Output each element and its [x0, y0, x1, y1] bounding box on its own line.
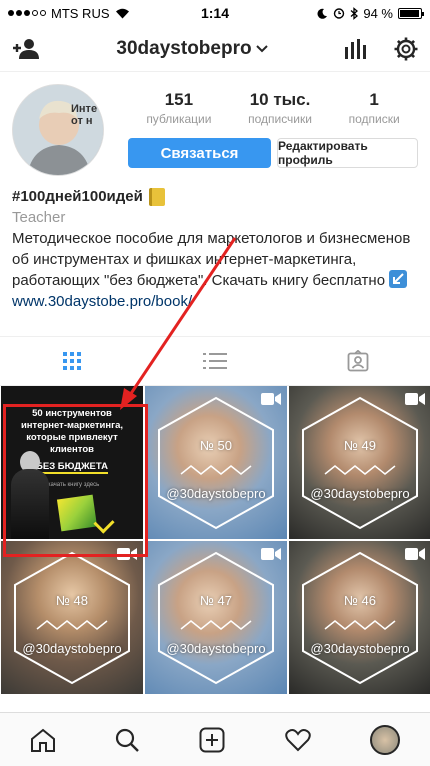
- home-icon[interactable]: [30, 728, 56, 752]
- stat-posts[interactable]: 151 публикации: [146, 90, 211, 126]
- post-number: № 46: [343, 593, 377, 608]
- video-icon: [405, 393, 425, 405]
- post-handle: @30daystobepro: [22, 641, 122, 656]
- video-icon: [261, 393, 281, 405]
- post-handle: @30daystobepro: [310, 486, 410, 501]
- wifi-icon: [115, 8, 129, 18]
- stat-label: подписки: [348, 112, 400, 126]
- tab-grid[interactable]: [0, 337, 143, 385]
- search-icon[interactable]: [115, 728, 140, 752]
- status-time: 1:14: [200, 5, 230, 21]
- grid-icon: [62, 352, 81, 370]
- tab-tagged[interactable]: [287, 337, 430, 385]
- hexagon-frame: [302, 396, 418, 529]
- contact-button[interactable]: Связаться: [128, 138, 271, 168]
- heart-icon[interactable]: [284, 728, 311, 752]
- post-handle: @30daystobepro: [310, 641, 410, 656]
- carrier-name: MTS RUS: [51, 5, 110, 21]
- post-handle: @30daystobepro: [166, 641, 266, 656]
- hexagon-frame: [14, 551, 130, 684]
- bio-text: Методическое пособие для маркетологов и …: [12, 230, 411, 289]
- stat-label: подписчики: [248, 112, 312, 126]
- post-thumbnail[interactable]: № 50 @30daystobepro: [145, 386, 287, 539]
- stat-value: 1: [369, 90, 379, 109]
- stat-followers[interactable]: 10 тыс. подписчики: [248, 90, 312, 126]
- profile-category: Teacher: [12, 209, 66, 226]
- post-number: № 49: [343, 438, 377, 453]
- post-thumbnail[interactable]: № 48 @30daystobepro: [1, 541, 143, 694]
- hexagon-frame: [158, 396, 274, 529]
- profile-name: #100дней100идей: [12, 188, 143, 205]
- add-post-icon[interactable]: [199, 727, 225, 753]
- avatar-photo: [13, 85, 103, 175]
- arrow-down-left-icon: [389, 270, 408, 288]
- stat-value: 151: [164, 90, 194, 109]
- moon-icon: [317, 8, 328, 19]
- post-number: № 47: [199, 593, 233, 608]
- stat-value: 10 тыс.: [249, 90, 311, 109]
- profile-header: Инте от н 151 публикации 10 тыс. подписч…: [0, 72, 430, 176]
- arrow-down-icon: [93, 512, 115, 534]
- post-handle: @30daystobepro: [166, 486, 266, 501]
- status-bar: MTS RUS 1:14 94 %: [0, 0, 430, 26]
- hexagon-frame: [158, 551, 274, 684]
- top-nav: 30daystobepro: [0, 26, 430, 72]
- video-icon: [117, 548, 137, 560]
- post-thumbnail[interactable]: № 49 @30daystobepro: [289, 386, 430, 539]
- post-thumbnail[interactable]: № 46 @30daystobepro: [289, 541, 430, 694]
- video-icon: [261, 548, 281, 560]
- avatar-text: Инте от н: [71, 103, 98, 128]
- notebook-icon: [148, 187, 165, 206]
- stat-following[interactable]: 1 подписки: [349, 90, 400, 126]
- promo-person: [11, 469, 49, 539]
- stat-label: публикации: [146, 112, 212, 126]
- add-person-icon[interactable]: [12, 38, 40, 60]
- username-switcher[interactable]: 30daystobepro: [116, 37, 268, 60]
- promo-subtitle: БЕЗ БЮДЖЕТА: [36, 461, 108, 474]
- alarm-icon: [334, 8, 345, 19]
- battery-percent: 94 %: [363, 5, 393, 21]
- profile-bio: #100дней100идей Teacher Методическое пос…: [0, 176, 430, 322]
- tab-list[interactable]: [143, 337, 286, 385]
- list-icon: [202, 353, 227, 369]
- promo-title: 50 инструментов интернет-маркетинга, кот…: [20, 408, 124, 455]
- avatar[interactable]: Инте от н: [12, 84, 104, 176]
- insights-icon[interactable]: [344, 38, 366, 59]
- profile-tab-avatar[interactable]: [370, 724, 401, 755]
- posts-grid: 50 инструментов интернет-маркетинга, кот…: [0, 386, 430, 694]
- bluetooth-icon: [350, 6, 359, 20]
- battery-icon: [398, 7, 424, 19]
- profile-tabs: [0, 336, 430, 386]
- post-number: № 50: [199, 438, 233, 453]
- post-number: № 48: [55, 593, 89, 608]
- edit-profile-button[interactable]: Редактировать профиль: [277, 138, 418, 168]
- bottom-tab-bar: [0, 712, 430, 766]
- video-icon: [405, 548, 425, 560]
- signal-icon: [8, 10, 46, 16]
- hexagon-frame: [302, 551, 418, 684]
- tagged-icon: [347, 350, 369, 372]
- post-thumbnail[interactable]: № 47 @30daystobepro: [145, 541, 287, 694]
- bio-link[interactable]: www.30daystobe.pro/book/: [12, 291, 418, 312]
- post-promo[interactable]: 50 инструментов интернет-маркетинга, кот…: [1, 386, 143, 539]
- chevron-down-icon: [255, 44, 268, 52]
- profile-stats: 151 публикации 10 тыс. подписчики 1 подп…: [128, 90, 418, 126]
- gear-icon[interactable]: [394, 37, 418, 61]
- username-title: 30daystobepro: [116, 37, 252, 59]
- book-cover: [56, 494, 98, 532]
